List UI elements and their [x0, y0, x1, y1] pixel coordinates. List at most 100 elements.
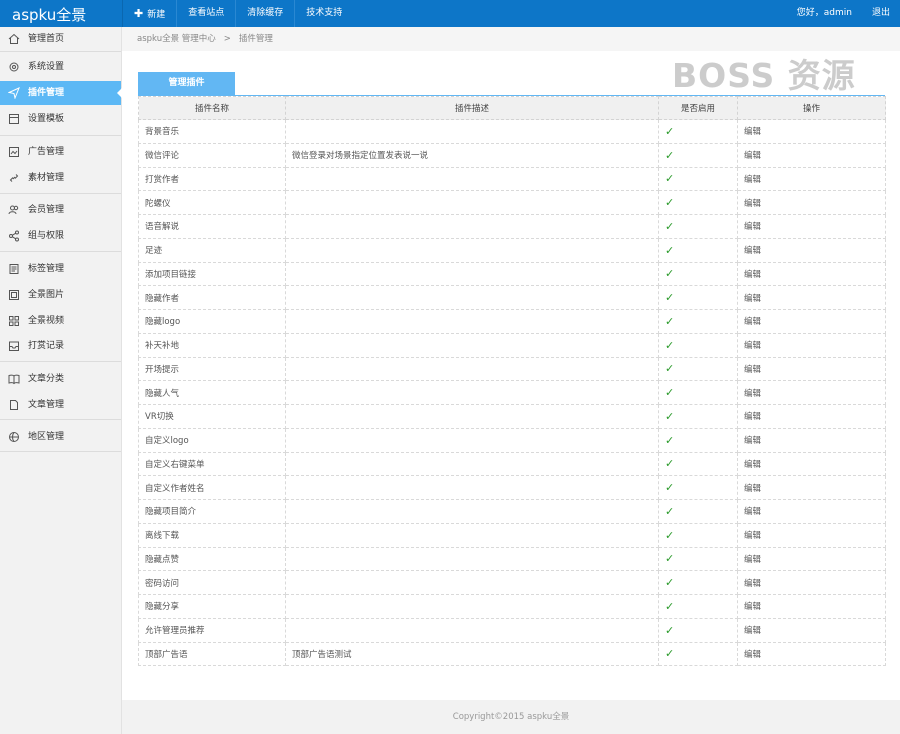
enabled-check-icon[interactable]: ✓: [658, 499, 738, 524]
edit-link[interactable]: 编辑: [737, 285, 886, 310]
plugin-desc-cell: [285, 166, 659, 192]
enabled-check-icon[interactable]: ✓: [658, 309, 738, 334]
sidebar-item-article-categories[interactable]: 文章分类: [0, 367, 121, 391]
edit-link[interactable]: 编辑: [737, 499, 886, 524]
enabled-check-icon[interactable]: ✓: [658, 522, 738, 548]
home-icon: [8, 33, 20, 44]
plugin-desc-cell: [285, 522, 659, 548]
logout-link[interactable]: 退出: [872, 0, 890, 27]
enabled-check-icon[interactable]: ✓: [658, 404, 738, 429]
enabled-check-icon[interactable]: ✓: [658, 546, 738, 572]
edit-link[interactable]: 编辑: [737, 190, 886, 215]
plugin-desc-cell: 顶部广告语测试: [285, 641, 659, 667]
enabled-check-icon[interactable]: ✓: [658, 570, 738, 595]
edit-link[interactable]: 编辑: [737, 570, 886, 595]
edit-link[interactable]: 编辑: [737, 380, 886, 405]
edit-link[interactable]: 编辑: [737, 119, 886, 144]
tech-support-link[interactable]: 技术支持: [294, 0, 353, 27]
sidebar-divider: [0, 361, 121, 362]
edit-link[interactable]: 编辑: [737, 332, 886, 358]
table-row: VR切换 ✓ 编辑: [138, 404, 886, 429]
enabled-check-icon[interactable]: ✓: [658, 380, 738, 405]
table-row: 语音解说 ✓ 编辑: [138, 214, 886, 239]
edit-link[interactable]: 编辑: [737, 427, 886, 453]
edit-link[interactable]: 编辑: [737, 309, 886, 334]
plugin-name-cell: 隐藏人气: [138, 380, 286, 405]
plugin-desc-cell: [285, 119, 659, 144]
enabled-check-icon[interactable]: ✓: [658, 427, 738, 453]
watermark: BOSS 资源: [672, 56, 856, 95]
sidebar-item-templates[interactable]: 设置模板: [0, 107, 121, 131]
sidebar-item-groups-permissions[interactable]: 组与权限: [0, 224, 121, 248]
edit-link[interactable]: 编辑: [737, 451, 886, 477]
enabled-check-icon[interactable]: ✓: [658, 641, 738, 667]
plugin-desc-cell: [285, 617, 659, 643]
document-icon: [9, 264, 19, 274]
plugin-name-cell: 离线下载: [138, 522, 286, 548]
sidebar-item-pano-videos[interactable]: 全景视频: [0, 309, 121, 333]
enabled-check-icon[interactable]: ✓: [658, 214, 738, 239]
sidebar-item-pano-images[interactable]: 全景图片: [0, 283, 121, 307]
sidebar-item-tip-records[interactable]: 打赏记录: [0, 334, 121, 358]
plugin-desc-cell: [285, 214, 659, 239]
sidebar-item-tags[interactable]: 标签管理: [0, 257, 121, 281]
enabled-check-icon[interactable]: ✓: [658, 142, 738, 168]
sidebar-item-label: 组与权限: [28, 231, 65, 241]
edit-link[interactable]: 编辑: [737, 237, 886, 263]
edit-link[interactable]: 编辑: [737, 404, 886, 429]
clear-cache-link[interactable]: 清除缓存: [235, 0, 294, 27]
plugin-name-cell: 隐藏点赞: [138, 546, 286, 572]
sidebar-item-members[interactable]: 会员管理: [0, 198, 121, 222]
enabled-check-icon[interactable]: ✓: [658, 166, 738, 192]
view-site-link[interactable]: 查看站点: [176, 0, 235, 27]
send-icon: [8, 87, 20, 99]
breadcrumb-separator: >: [223, 34, 231, 44]
enabled-check-icon[interactable]: ✓: [658, 332, 738, 358]
book-icon: [8, 374, 20, 385]
enabled-check-icon[interactable]: ✓: [658, 617, 738, 643]
enabled-check-icon[interactable]: ✓: [658, 356, 738, 382]
sidebar-divider: [0, 193, 121, 194]
sidebar-item-plugins[interactable]: 插件管理: [0, 81, 122, 105]
edit-link[interactable]: 编辑: [737, 214, 886, 239]
globe-icon: [9, 432, 19, 442]
breadcrumb-root[interactable]: aspku全景 管理中心: [137, 34, 216, 44]
enabled-check-icon[interactable]: ✓: [658, 594, 738, 619]
edit-link[interactable]: 编辑: [737, 356, 886, 382]
sidebar-item-regions[interactable]: 地区管理: [0, 425, 121, 449]
edit-link[interactable]: 编辑: [737, 142, 886, 168]
plugin-desc-cell: [285, 261, 659, 287]
edit-link[interactable]: 编辑: [737, 522, 886, 548]
edit-link[interactable]: 编辑: [737, 546, 886, 572]
table-row: 隐藏分享 ✓ 编辑: [138, 594, 886, 619]
edit-link[interactable]: 编辑: [737, 166, 886, 192]
edit-link[interactable]: 编辑: [737, 475, 886, 500]
app-logo[interactable]: aspku全景: [12, 4, 86, 25]
table-row: 允许管理员推荐 ✓ 编辑: [138, 617, 886, 643]
sidebar-item-home[interactable]: 管理首页: [0, 27, 121, 51]
edit-link[interactable]: 编辑: [737, 261, 886, 287]
enabled-check-icon[interactable]: ✓: [658, 119, 738, 144]
enabled-check-icon[interactable]: ✓: [658, 237, 738, 263]
plugin-name-cell: 允许管理员推荐: [138, 617, 286, 643]
users-icon: [8, 205, 19, 215]
enabled-check-icon[interactable]: ✓: [658, 451, 738, 477]
enabled-check-icon[interactable]: ✓: [658, 285, 738, 310]
new-button[interactable]: ✚ 新建: [122, 0, 176, 27]
enabled-check-icon[interactable]: ✓: [658, 475, 738, 500]
enabled-check-icon[interactable]: ✓: [658, 190, 738, 215]
edit-link[interactable]: 编辑: [737, 617, 886, 643]
edit-link[interactable]: 编辑: [737, 594, 886, 619]
footer: Copyright©2015 aspku全景: [122, 700, 900, 734]
sidebar-item-ads[interactable]: 广告管理: [0, 140, 121, 164]
user-area: 您好，admin 退出: [777, 0, 890, 27]
sidebar-item-articles[interactable]: 文章管理: [0, 393, 121, 417]
sidebar-divider: [0, 419, 121, 420]
gear-icon: [9, 62, 19, 72]
edit-link[interactable]: 编辑: [737, 641, 886, 667]
sidebar-item-materials[interactable]: 素材管理: [0, 166, 121, 190]
tab-manage-plugins[interactable]: 管理插件: [138, 72, 235, 95]
sidebar-item-label: 系统设置: [28, 62, 65, 72]
sidebar-item-system-settings[interactable]: 系统设置: [0, 55, 121, 79]
enabled-check-icon[interactable]: ✓: [658, 261, 738, 287]
